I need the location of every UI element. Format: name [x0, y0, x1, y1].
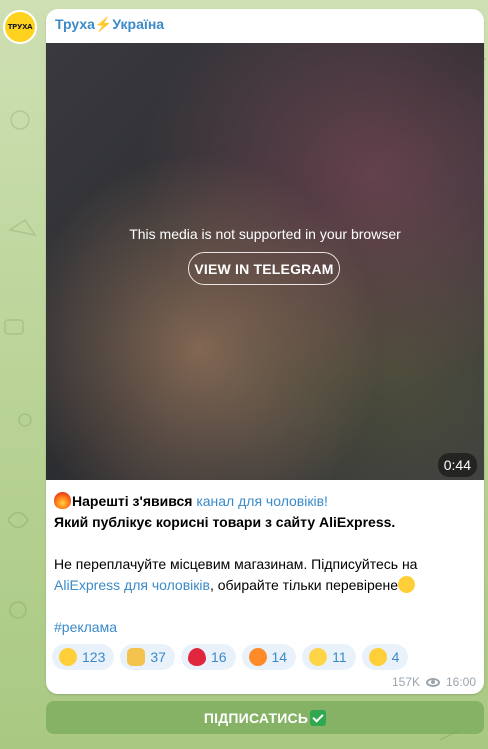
channel-name-link[interactable]: Труха⚡Україна — [55, 16, 164, 33]
channel-name-part1: Труха — [55, 16, 95, 32]
lightning-icon: ⚡ — [94, 16, 113, 32]
monocle-face-icon — [398, 576, 416, 593]
message-meta: 157K 16:00 — [392, 675, 476, 689]
view-in-telegram-button[interactable]: VIEW IN TELEGRAM — [188, 252, 340, 285]
unsupported-media-text: This media is not supported in your brow… — [129, 226, 401, 242]
screaming-face-icon — [309, 648, 328, 666]
reaction-dizzy[interactable]: 4 — [361, 644, 409, 670]
reaction-count: 11 — [332, 649, 347, 665]
reaction-scream[interactable]: 11 — [302, 644, 356, 670]
video-media[interactable]: This media is not supported in your brow… — [46, 43, 484, 480]
reaction-angry[interactable]: 14 — [241, 644, 297, 670]
post-headline: Нарешті з'явився — [72, 493, 193, 509]
reaction-count: 37 — [150, 649, 166, 665]
dizzy-face-icon — [368, 648, 387, 666]
subscribe-label: ПІДПИСАТИСЬ — [203, 709, 309, 726]
channel-name-part2: Україна — [112, 16, 165, 32]
view-count: 157K — [391, 675, 420, 689]
men-channel-link[interactable]: канал для чоловіків! — [196, 493, 328, 509]
reaction-count: 16 — [210, 649, 227, 665]
channel-avatar[interactable]: ТРУХА — [3, 10, 37, 44]
red-heart-icon — [187, 648, 206, 666]
reaction-count: 123 — [82, 649, 106, 665]
eye-icon — [425, 677, 440, 687]
post-subheadline: Який публікує корисні товари з сайту Ali… — [54, 514, 396, 530]
aliexpress-men-link[interactable]: AliExpress для чоловіків — [54, 577, 210, 593]
post-body-rest: , обирайте тільки перевірене — [209, 577, 399, 593]
message-bubble: Труха⚡Україна This media is not supporte… — [46, 9, 484, 694]
fire-icon — [54, 492, 71, 509]
reaction-thumbs-up[interactable]: 37 — [120, 644, 175, 670]
reaction-count: 14 — [271, 649, 288, 665]
subscribe-button[interactable]: ПІДПИСАТИСЬ — [46, 701, 484, 734]
reaction-count: 4 — [391, 649, 400, 665]
video-duration: 0:44 — [437, 453, 477, 477]
check-mark-icon — [310, 709, 327, 726]
neutral-face-icon — [59, 648, 77, 666]
thumbs-up-icon — [127, 648, 146, 666]
reaction-neutral-face[interactable]: 123 — [52, 644, 115, 670]
hashtag-link[interactable]: #реклама — [54, 619, 117, 635]
message-time: 16:00 — [445, 675, 476, 689]
reactions-bar: 123 37 16 14 11 4 — [52, 644, 409, 670]
post-body-line: Не переплачуйте місцевим магазинам. Підп… — [54, 556, 418, 572]
reaction-heart[interactable]: 16 — [180, 644, 236, 670]
angry-face-icon — [248, 648, 267, 666]
post-text: Нарешті з'явився канал для чоловіків! Як… — [54, 491, 476, 638]
